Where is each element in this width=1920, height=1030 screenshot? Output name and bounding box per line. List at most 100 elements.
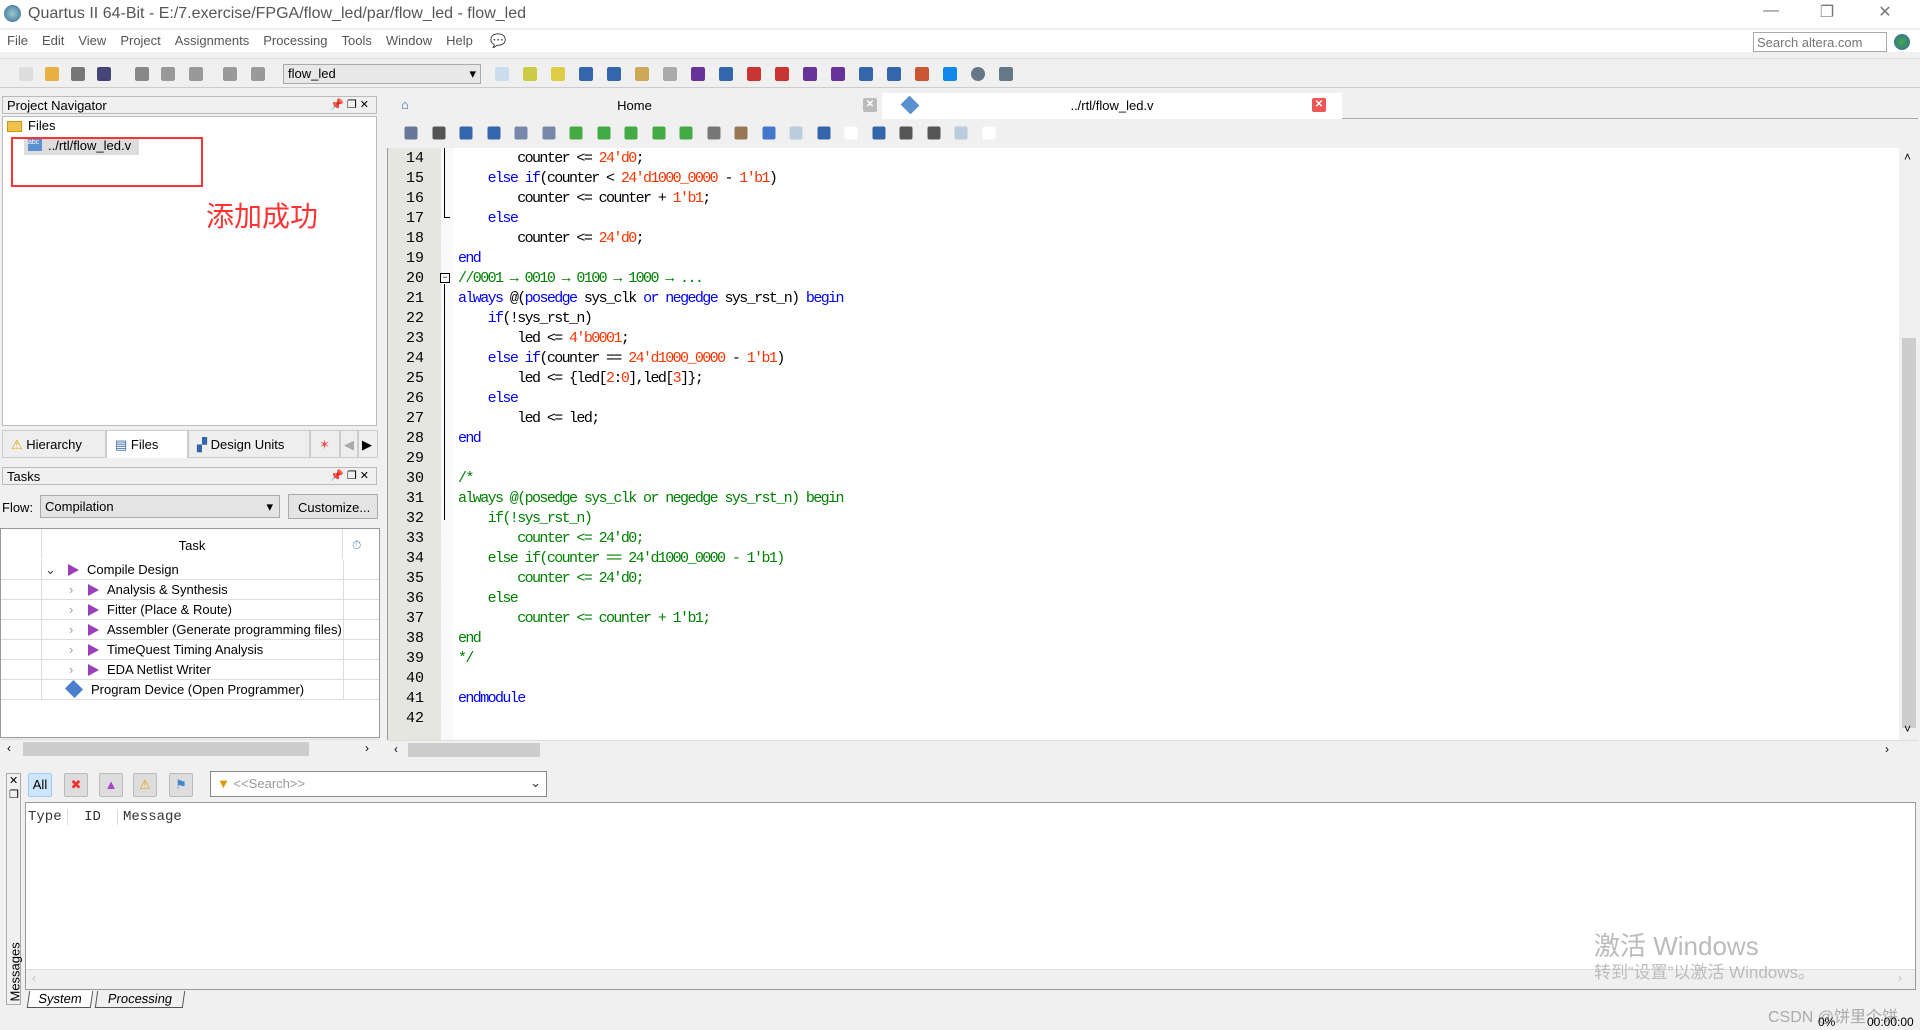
programmer-icon[interactable] <box>887 67 901 81</box>
filter-error-button[interactable]: ✖ <box>64 773 88 797</box>
code-line[interactable]: else if(counter == 24'd1000_0000 - 1'b1) <box>458 349 786 369</box>
chevron-right-icon[interactable]: › <box>69 582 73 597</box>
globe-icon[interactable] <box>1894 34 1910 50</box>
tab-design-units[interactable]: ▞ Design Units <box>188 430 310 458</box>
code-line[interactable]: led <= 4'b0001; <box>458 329 630 349</box>
code-line[interactable]: counter <= counter + 1'b1; <box>458 609 711 629</box>
editor-tool-icon[interactable] <box>432 126 445 140</box>
scroll-down-icon[interactable]: ˅ <box>1904 722 1911 736</box>
assembler-icon[interactable] <box>663 67 677 81</box>
menu-processing[interactable]: Processing <box>256 30 334 51</box>
fold-collapse-icon[interactable]: − <box>440 273 450 283</box>
filter-critical-warning-button[interactable]: ▲ <box>99 773 123 797</box>
code-line[interactable]: //0001 → 0010 → 0100 → 1000 → ... <box>458 269 704 289</box>
column-type[interactable]: Type <box>28 809 68 825</box>
code-line[interactable]: else if(counter < 24'd1000_0000 - 1'b1) <box>458 169 778 189</box>
task-row[interactable]: › TimeQuest Timing Analysis <box>1 640 379 660</box>
scroll-right-button[interactable]: ▶ <box>358 430 378 458</box>
editor-tool-icon[interactable] <box>679 126 693 140</box>
task-column-header[interactable]: Task <box>41 529 343 559</box>
tab-files[interactable]: ▤ Files <box>106 430 188 458</box>
scroll-right-icon[interactable]: › <box>365 741 369 755</box>
tab-processing[interactable]: Processing <box>94 991 186 1008</box>
filter-suppressed-button[interactable]: ⚑ <box>169 773 193 797</box>
menu-assignments[interactable]: Assignments <box>168 30 256 51</box>
save-all-icon[interactable] <box>97 67 111 81</box>
editor-hscroll[interactable]: ‹ › <box>388 740 1918 760</box>
code-line[interactable]: else if(counter == 24'd1000_0000 - 1'b1) <box>458 549 786 569</box>
task-row[interactable]: ⌄ Compile Design <box>1 560 379 580</box>
tab-ip[interactable]: ✶ <box>310 430 340 458</box>
task-row[interactable]: › Fitter (Place & Route) <box>1 600 379 620</box>
restore-button[interactable]: ❐ <box>1804 2 1850 26</box>
float-icon[interactable]: ❐ <box>9 788 19 801</box>
code-line[interactable]: counter <= 24'd0; <box>458 149 645 169</box>
column-message[interactable]: Message <box>118 809 182 825</box>
pin-float-close-icons[interactable]: 📌❐✕ <box>330 469 372 482</box>
code-line[interactable]: always @(posedge sys_clk or negedge sys_… <box>458 289 845 309</box>
play-icon[interactable] <box>88 584 99 596</box>
scroll-thumb[interactable] <box>1902 338 1916 728</box>
code-line[interactable]: counter <= counter + 1'b1; <box>458 189 711 209</box>
pin-float-close-icons[interactable]: 📌❐✕ <box>330 98 372 111</box>
scroll-left-icon[interactable]: ‹ <box>32 971 36 985</box>
code-line[interactable]: led <= {led[2:0],led[3]}; <box>458 369 704 389</box>
editor-tool-icon[interactable] <box>982 126 995 140</box>
code-line[interactable]: always @(posedge sys_clk or negedge sys_… <box>458 489 844 509</box>
editor-tool-icon[interactable] <box>487 126 500 140</box>
scroll-thumb[interactable] <box>408 743 540 757</box>
search-altera-input[interactable] <box>1753 32 1887 52</box>
assign-icon[interactable] <box>579 67 593 81</box>
play-icon[interactable] <box>88 644 99 656</box>
tab-system[interactable]: System <box>26 991 94 1008</box>
menu-view[interactable]: View <box>71 30 113 51</box>
code-line[interactable]: endmodule <box>458 689 526 709</box>
scroll-left-icon[interactable]: ‹ <box>7 741 11 755</box>
play-icon[interactable] <box>88 604 99 616</box>
help-icon[interactable] <box>971 67 985 81</box>
code-line[interactable]: */ <box>458 649 474 669</box>
fitter-icon[interactable] <box>635 67 649 81</box>
customize-button[interactable]: Customize... <box>288 494 378 519</box>
timequest-icon[interactable] <box>803 67 817 81</box>
code-line[interactable]: counter <= 24'd0; <box>458 569 644 589</box>
chevron-down-icon[interactable]: ⌄ <box>45 562 56 578</box>
editor-tool-icon[interactable] <box>542 126 555 140</box>
copy-icon[interactable] <box>161 67 175 81</box>
rtl-viewer-icon[interactable] <box>831 67 845 81</box>
play-icon[interactable] <box>88 664 99 676</box>
filter-all-button[interactable]: All <box>28 773 52 797</box>
analysis-icon[interactable] <box>747 67 761 81</box>
editor-tool-icon[interactable] <box>789 126 803 140</box>
editor-tool-icon[interactable] <box>514 126 528 140</box>
code-line[interactable]: if(!sys_rst_n) <box>458 309 593 329</box>
flow-select[interactable]: Compilation ▾ <box>40 495 280 518</box>
scroll-thumb[interactable] <box>23 742 309 756</box>
save-icon[interactable] <box>71 67 85 81</box>
code-line[interactable]: /* <box>458 469 474 489</box>
sopc-icon[interactable] <box>915 67 929 81</box>
signaltap-icon[interactable] <box>943 67 957 81</box>
scroll-up-icon[interactable]: ˄ <box>1904 150 1911 164</box>
scroll-left-button[interactable]: ◀ <box>340 430 358 458</box>
editor-tool-icon[interactable] <box>734 126 748 140</box>
scroll-left-icon[interactable]: ‹ <box>394 742 398 756</box>
code-line[interactable]: led <= led; <box>458 409 600 429</box>
minimize-button[interactable]: — <box>1748 2 1794 26</box>
tab-flow-led-v[interactable]: ../rtl/flow_led.v ✕ <box>882 93 1342 119</box>
timing-icon[interactable] <box>775 67 789 81</box>
tab-home[interactable]: ⌂ Home ✕ <box>387 93 882 119</box>
close-tab-icon[interactable]: ✕ <box>1312 98 1326 112</box>
editor-tool-icon[interactable] <box>404 126 418 140</box>
task-row[interactable]: Program Device (Open Programmer) <box>1 679 379 700</box>
code-line[interactable]: else <box>458 209 519 229</box>
editor-tool-icon[interactable] <box>954 126 968 140</box>
editor-tool-icon[interactable] <box>707 126 720 140</box>
chevron-right-icon[interactable]: › <box>69 602 73 617</box>
editor-tool-icon[interactable] <box>844 126 858 140</box>
editor-tool-icon[interactable] <box>597 126 610 140</box>
undo-icon[interactable] <box>223 67 237 81</box>
column-id[interactable]: ID <box>68 809 118 825</box>
menu-project[interactable]: Project <box>113 30 167 51</box>
chip-planner-icon[interactable] <box>551 67 565 81</box>
